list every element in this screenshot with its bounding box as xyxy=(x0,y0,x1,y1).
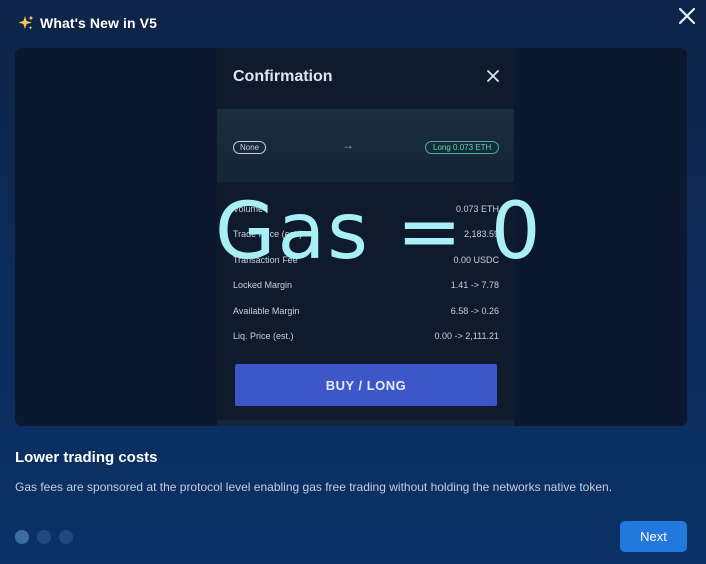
page-dot-1[interactable] xyxy=(15,530,29,544)
to-position-badge: Long 0.073 ETH xyxy=(425,141,500,154)
sparkles-icon xyxy=(18,15,34,30)
buy-long-button: BUY / LONG xyxy=(235,364,497,406)
page-dot-2[interactable] xyxy=(37,530,51,544)
feature-preview-image: Confirmation None → Long 0.073 ETH Volum… xyxy=(15,48,687,426)
arrow-right-icon: → xyxy=(342,138,354,152)
modal-title: What's New in V5 xyxy=(40,15,157,31)
preview-bottom-edge xyxy=(217,420,514,426)
from-position-badge: None xyxy=(233,141,267,154)
close-icon[interactable] xyxy=(676,5,698,27)
detail-row: Available Margin 6.58 -> 0.26 xyxy=(233,298,499,324)
position-change-band: None → Long 0.073 ETH xyxy=(217,109,514,182)
modal-header: What's New in V5 xyxy=(18,12,157,34)
detail-label: Locked Margin xyxy=(233,280,293,291)
feature-title: Lower trading costs xyxy=(15,449,158,466)
detail-value: 0.00 -> 2,111.21 xyxy=(434,331,499,342)
detail-value: 1.41 -> 7.78 xyxy=(450,280,499,291)
detail-label: Available Margin xyxy=(233,305,300,316)
gas-zero-overlay: Gas = 0 xyxy=(215,187,543,277)
detail-row: Liq. Price (est.) 0.00 -> 2,111.21 xyxy=(233,324,499,350)
feature-description: Gas fees are sponsored at the protocol l… xyxy=(15,480,613,494)
confirmation-title: Confirmation xyxy=(233,68,333,85)
detail-value: 6.58 -> 0.26 xyxy=(450,305,499,316)
page-dot-3[interactable] xyxy=(59,530,73,544)
next-button[interactable]: Next xyxy=(620,521,687,552)
whats-new-modal: What's New in V5 Confirmation None → Lon… xyxy=(0,0,706,564)
detail-label: Liq. Price (est.) xyxy=(233,331,294,342)
preview-close-icon xyxy=(487,70,499,82)
pagination-dots xyxy=(15,530,73,544)
